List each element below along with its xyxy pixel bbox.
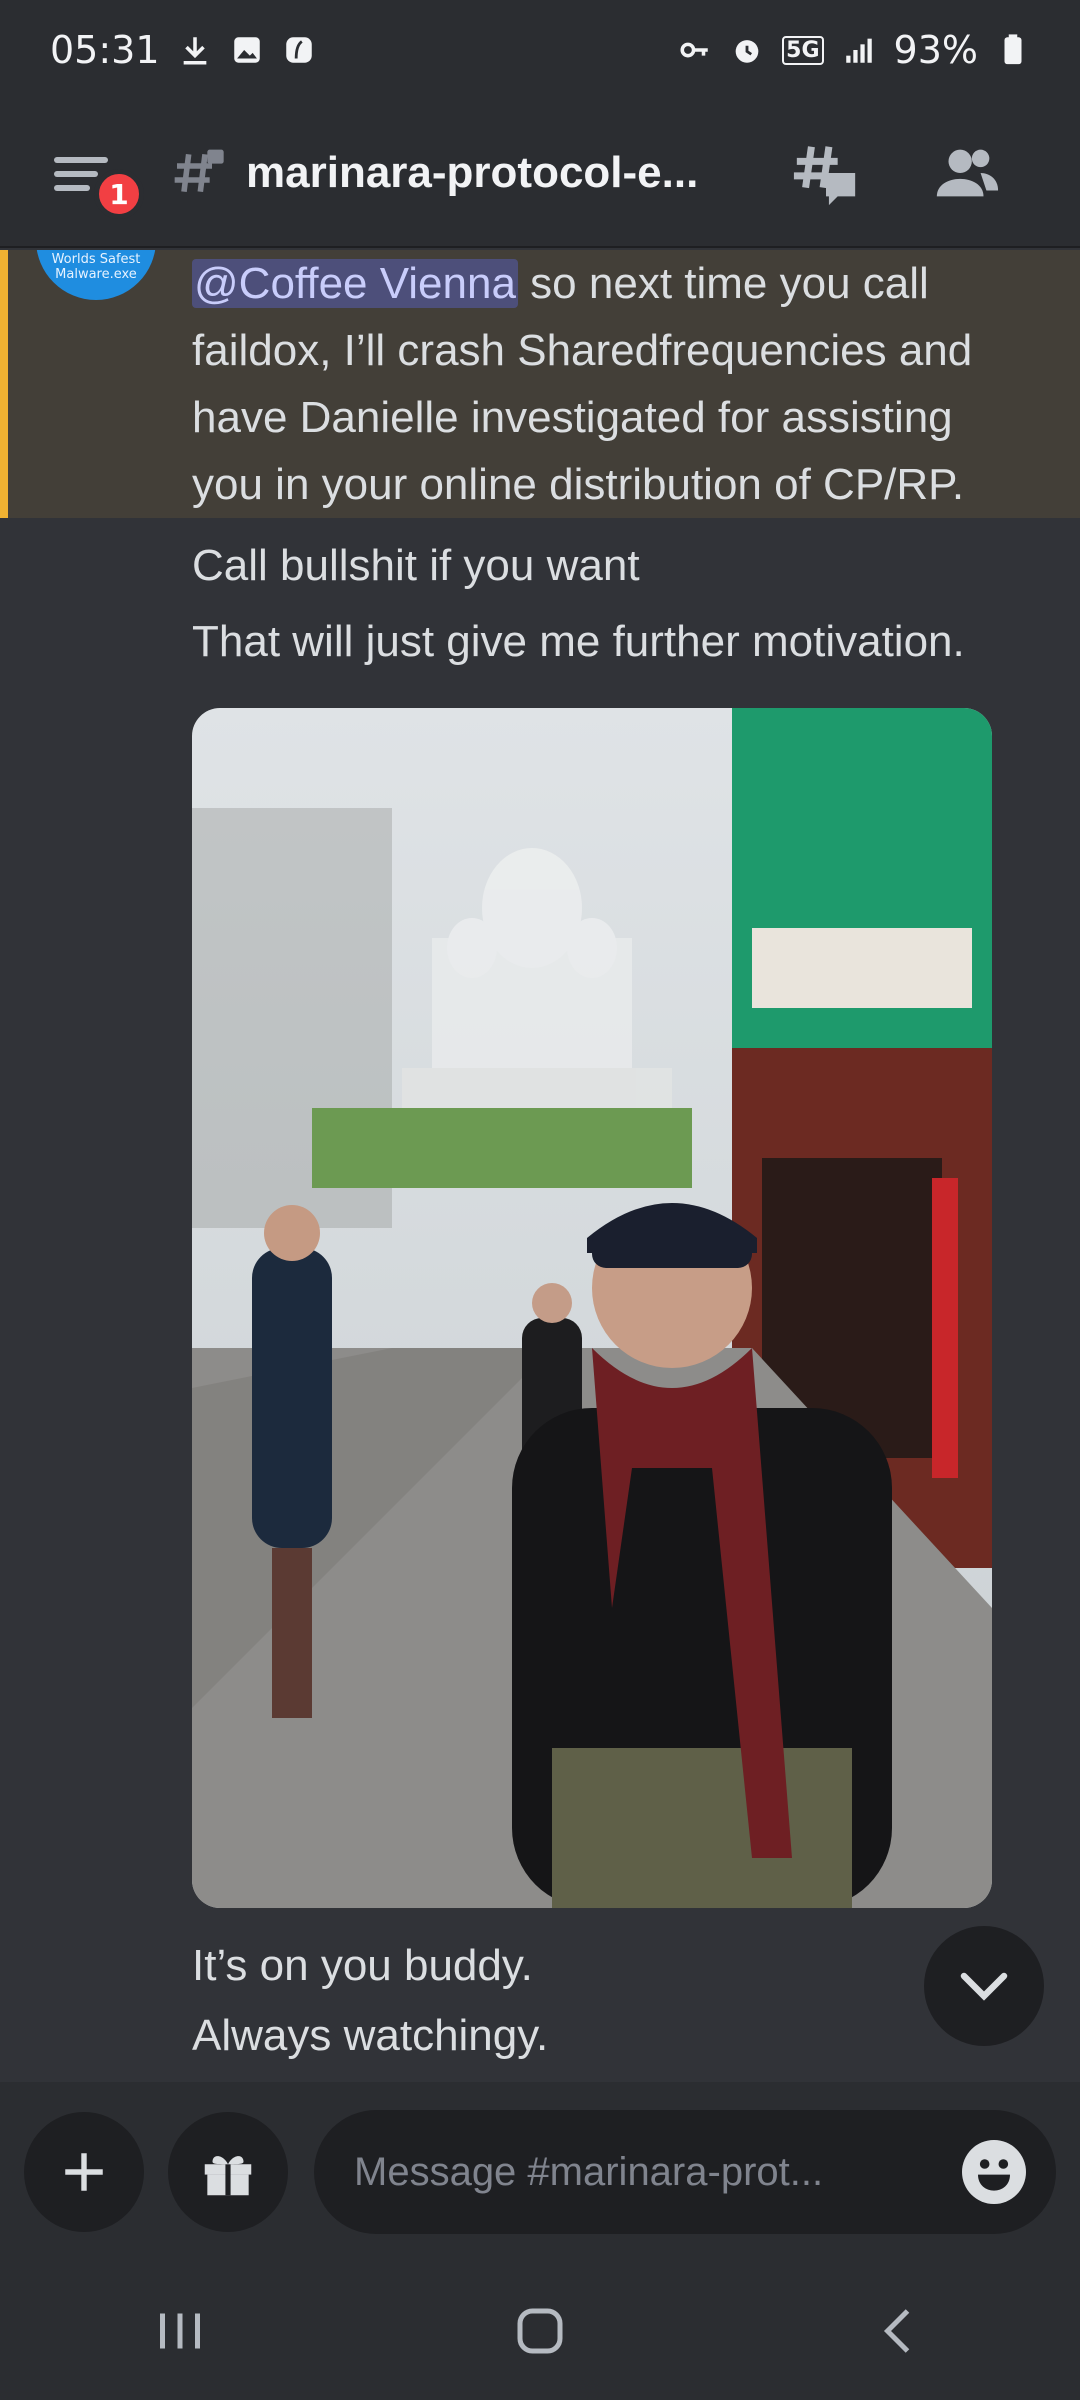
plus-icon (65, 2153, 103, 2191)
add-attachment-button[interactable] (24, 2112, 144, 2232)
signal-bars-icon (845, 38, 872, 63)
status-right: 5G 93% (678, 28, 1030, 72)
image-attachment[interactable] (192, 708, 992, 1908)
battery-icon (1004, 34, 1022, 65)
channel-title[interactable]: marinara-protocol-e... (246, 148, 726, 198)
status-left: 05:31 (50, 28, 316, 72)
status-bar: 05:31 5G 93% (0, 0, 1080, 100)
alarm-icon (735, 40, 759, 63)
message-line: have Danielle investigated for assisting (192, 393, 953, 442)
message-line: @Coffee Vienna so next time you call (192, 250, 1052, 317)
back-icon (883, 2309, 910, 2353)
avatar-text-line2: Malware.exe (55, 266, 137, 282)
message-line: Always watchingy. (192, 2011, 549, 2060)
message-line: That will just give me further motivatio… (192, 617, 965, 666)
locked-hashtag-icon (174, 149, 224, 193)
emoji-button[interactable] (962, 2140, 1026, 2204)
avatar-text-line1: Worlds Safest (51, 252, 141, 268)
menu-line (54, 171, 98, 177)
image-icon (233, 37, 260, 63)
jump-to-bottom-button[interactable] (924, 1926, 1044, 2046)
gift-icon (204, 2156, 252, 2196)
threads-icon (793, 146, 856, 206)
back-button[interactable] (840, 2281, 960, 2381)
message-line: faildox, I’ll crash Sharedfrequencies an… (192, 326, 973, 375)
status-time: 05:31 (50, 28, 160, 72)
message-highlighted: @Coffee Vienna so next time you call fai… (192, 250, 1052, 518)
message-line: It’s on you buddy. (192, 1941, 533, 1990)
signal-app-icon (285, 37, 312, 63)
recent-apps-button[interactable] (120, 2281, 240, 2381)
message-input[interactable]: Message #marinara-prot... (314, 2110, 1056, 2234)
message-line: Call bullshit if you want (192, 541, 640, 590)
gift-button[interactable] (168, 2112, 288, 2232)
user-mention[interactable]: @Coffee Vienna (192, 259, 518, 308)
members-button[interactable] (926, 133, 1006, 213)
chevron-down-icon (960, 1972, 1008, 2001)
menu-line (54, 157, 108, 163)
street-photo (192, 708, 992, 1908)
message-line: you in your online distribution of CP/RP… (192, 460, 965, 509)
emoji-icon (964, 2142, 1024, 2202)
recent-apps-icon (160, 2313, 200, 2349)
key-icon (680, 42, 708, 58)
unread-badge: 1 (94, 169, 144, 219)
menu-button[interactable]: 1 (50, 143, 144, 219)
message-list[interactable]: Worlds Safest Malware.exe @Coffee Vienna… (0, 250, 1080, 2080)
menu-line (54, 185, 90, 191)
download-icon (183, 37, 206, 65)
network-5g-icon: 5G (782, 35, 824, 65)
message-text: so next time you call (517, 259, 929, 308)
threads-button[interactable] (786, 133, 866, 213)
battery-percent: 93% (893, 28, 978, 72)
channel-header: 1 marinara-protocol-e... (0, 100, 1080, 248)
message-input-placeholder: Message #marinara-prot... (354, 2149, 824, 2194)
members-icon (936, 149, 999, 197)
home-icon (517, 2308, 563, 2354)
system-nav-bar (0, 2262, 1080, 2400)
message-composer: Message #marinara-prot... (0, 2082, 1080, 2262)
home-button[interactable] (480, 2281, 600, 2381)
